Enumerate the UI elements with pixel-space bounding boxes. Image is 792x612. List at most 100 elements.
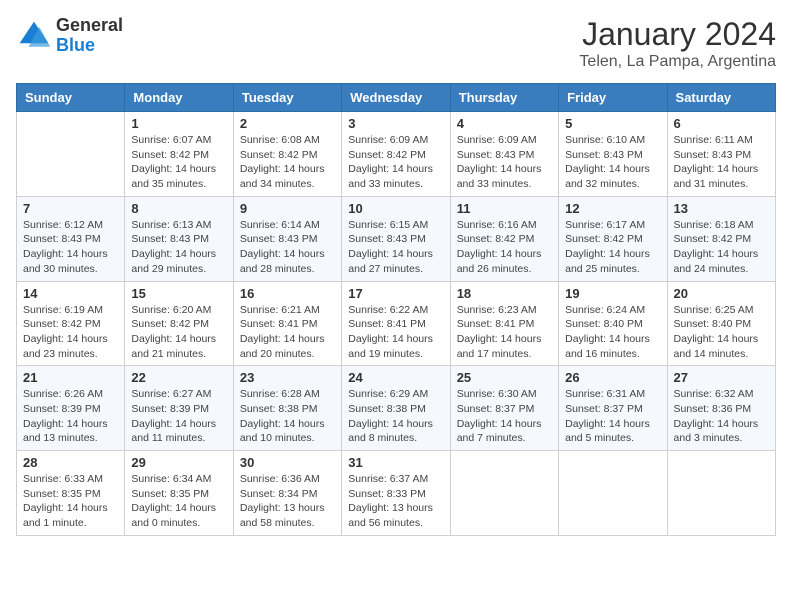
calendar-subtitle: Telen, La Pampa, Argentina <box>579 53 776 71</box>
header-saturday: Saturday <box>667 84 775 112</box>
calendar-table: SundayMondayTuesdayWednesdayThursdayFrid… <box>16 83 776 536</box>
day-number: 10 <box>348 201 443 216</box>
day-number: 9 <box>240 201 335 216</box>
week-row-1: 7 Sunrise: 6:12 AM Sunset: 8:43 PM Daylig… <box>17 196 776 281</box>
calendar-cell: 18 Sunrise: 6:23 AM Sunset: 8:41 PM Dayli… <box>450 281 558 366</box>
day-info: Sunrise: 6:09 AM Sunset: 8:43 PM Dayligh… <box>457 133 552 192</box>
day-number: 26 <box>565 370 660 385</box>
calendar-cell: 30 Sunrise: 6:36 AM Sunset: 8:34 PM Dayli… <box>233 451 341 536</box>
calendar-cell: 7 Sunrise: 6:12 AM Sunset: 8:43 PM Daylig… <box>17 196 125 281</box>
day-info: Sunrise: 6:13 AM Sunset: 8:43 PM Dayligh… <box>131 218 226 277</box>
day-info: Sunrise: 6:11 AM Sunset: 8:43 PM Dayligh… <box>674 133 769 192</box>
day-number: 15 <box>131 286 226 301</box>
calendar-cell: 28 Sunrise: 6:33 AM Sunset: 8:35 PM Dayli… <box>17 451 125 536</box>
day-number: 17 <box>348 286 443 301</box>
day-info: Sunrise: 6:26 AM Sunset: 8:39 PM Dayligh… <box>23 387 118 446</box>
day-number: 4 <box>457 116 552 131</box>
calendar-title: January 2024 <box>579 16 776 53</box>
calendar-cell: 29Sunrise: 6:34 AM Sunset: 8:35 PM Dayli… <box>125 451 233 536</box>
day-number: 31 <box>348 455 443 470</box>
header-wednesday: Wednesday <box>342 84 450 112</box>
day-info: Sunrise: 6:20 AM Sunset: 8:42 PM Dayligh… <box>131 303 226 362</box>
day-number: 24 <box>348 370 443 385</box>
calendar-cell <box>559 451 667 536</box>
calendar-cell: 1Sunrise: 6:07 AM Sunset: 8:42 PM Daylig… <box>125 112 233 197</box>
day-info: Sunrise: 6:23 AM Sunset: 8:41 PM Dayligh… <box>457 303 552 362</box>
calendar-cell: 19Sunrise: 6:24 AM Sunset: 8:40 PM Dayli… <box>559 281 667 366</box>
logo-text: General Blue <box>56 16 123 56</box>
calendar-cell: 6 Sunrise: 6:11 AM Sunset: 8:43 PM Daylig… <box>667 112 775 197</box>
calendar-cell: 16Sunrise: 6:21 AM Sunset: 8:41 PM Dayli… <box>233 281 341 366</box>
calendar-cell: 23 Sunrise: 6:28 AM Sunset: 8:38 PM Dayli… <box>233 366 341 451</box>
day-info: Sunrise: 6:32 AM Sunset: 8:36 PM Dayligh… <box>674 387 769 446</box>
day-info: Sunrise: 6:08 AM Sunset: 8:42 PM Dayligh… <box>240 133 335 192</box>
calendar-cell: 8Sunrise: 6:13 AM Sunset: 8:43 PM Daylig… <box>125 196 233 281</box>
logo-blue: Blue <box>56 36 123 56</box>
calendar-cell: 25Sunrise: 6:30 AM Sunset: 8:37 PM Dayli… <box>450 366 558 451</box>
day-info: Sunrise: 6:16 AM Sunset: 8:42 PM Dayligh… <box>457 218 552 277</box>
day-info: Sunrise: 6:37 AM Sunset: 8:33 PM Dayligh… <box>348 472 443 531</box>
calendar-cell: 21Sunrise: 6:26 AM Sunset: 8:39 PM Dayli… <box>17 366 125 451</box>
day-info: Sunrise: 6:14 AM Sunset: 8:43 PM Dayligh… <box>240 218 335 277</box>
week-row-4: 28 Sunrise: 6:33 AM Sunset: 8:35 PM Dayli… <box>17 451 776 536</box>
calendar-cell: 15 Sunrise: 6:20 AM Sunset: 8:42 PM Dayli… <box>125 281 233 366</box>
day-info: Sunrise: 6:12 AM Sunset: 8:43 PM Dayligh… <box>23 218 118 277</box>
calendar-cell: 4 Sunrise: 6:09 AM Sunset: 8:43 PM Daylig… <box>450 112 558 197</box>
calendar-cell: 31 Sunrise: 6:37 AM Sunset: 8:33 PM Dayli… <box>342 451 450 536</box>
day-info: Sunrise: 6:15 AM Sunset: 8:43 PM Dayligh… <box>348 218 443 277</box>
page-header: General Blue January 2024 Telen, La Pamp… <box>16 16 776 71</box>
calendar-cell: 9 Sunrise: 6:14 AM Sunset: 8:43 PM Daylig… <box>233 196 341 281</box>
day-info: Sunrise: 6:25 AM Sunset: 8:40 PM Dayligh… <box>674 303 769 362</box>
day-info: Sunrise: 6:17 AM Sunset: 8:42 PM Dayligh… <box>565 218 660 277</box>
day-number: 20 <box>674 286 769 301</box>
day-info: Sunrise: 6:29 AM Sunset: 8:38 PM Dayligh… <box>348 387 443 446</box>
calendar-cell: 27 Sunrise: 6:32 AM Sunset: 8:36 PM Dayli… <box>667 366 775 451</box>
day-info: Sunrise: 6:28 AM Sunset: 8:38 PM Dayligh… <box>240 387 335 446</box>
day-number: 27 <box>674 370 769 385</box>
day-info: Sunrise: 6:33 AM Sunset: 8:35 PM Dayligh… <box>23 472 118 531</box>
calendar-cell: 2Sunrise: 6:08 AM Sunset: 8:42 PM Daylig… <box>233 112 341 197</box>
calendar-cell <box>17 112 125 197</box>
header-thursday: Thursday <box>450 84 558 112</box>
day-number: 22 <box>131 370 226 385</box>
calendar-cell: 5 Sunrise: 6:10 AM Sunset: 8:43 PM Daylig… <box>559 112 667 197</box>
header-sunday: Sunday <box>17 84 125 112</box>
week-row-2: 14Sunrise: 6:19 AM Sunset: 8:42 PM Dayli… <box>17 281 776 366</box>
calendar-cell <box>450 451 558 536</box>
calendar-header-row: SundayMondayTuesdayWednesdayThursdayFrid… <box>17 84 776 112</box>
day-info: Sunrise: 6:18 AM Sunset: 8:42 PM Dayligh… <box>674 218 769 277</box>
day-number: 7 <box>23 201 118 216</box>
logo: General Blue <box>16 16 123 56</box>
header-friday: Friday <box>559 84 667 112</box>
calendar-cell: 22 Sunrise: 6:27 AM Sunset: 8:39 PM Dayli… <box>125 366 233 451</box>
title-block: January 2024 Telen, La Pampa, Argentina <box>579 16 776 71</box>
calendar-cell: 24 Sunrise: 6:29 AM Sunset: 8:38 PM Dayli… <box>342 366 450 451</box>
day-number: 6 <box>674 116 769 131</box>
header-monday: Monday <box>125 84 233 112</box>
day-info: Sunrise: 6:31 AM Sunset: 8:37 PM Dayligh… <box>565 387 660 446</box>
day-number: 12 <box>565 201 660 216</box>
day-info: Sunrise: 6:27 AM Sunset: 8:39 PM Dayligh… <box>131 387 226 446</box>
calendar-cell: 12 Sunrise: 6:17 AM Sunset: 8:42 PM Dayli… <box>559 196 667 281</box>
day-number: 18 <box>457 286 552 301</box>
day-info: Sunrise: 6:36 AM Sunset: 8:34 PM Dayligh… <box>240 472 335 531</box>
day-info: Sunrise: 6:30 AM Sunset: 8:37 PM Dayligh… <box>457 387 552 446</box>
day-info: Sunrise: 6:19 AM Sunset: 8:42 PM Dayligh… <box>23 303 118 362</box>
day-info: Sunrise: 6:22 AM Sunset: 8:41 PM Dayligh… <box>348 303 443 362</box>
day-number: 28 <box>23 455 118 470</box>
calendar-cell: 20 Sunrise: 6:25 AM Sunset: 8:40 PM Dayli… <box>667 281 775 366</box>
day-number: 13 <box>674 201 769 216</box>
logo-icon <box>16 18 52 54</box>
day-number: 23 <box>240 370 335 385</box>
week-row-0: 1Sunrise: 6:07 AM Sunset: 8:42 PM Daylig… <box>17 112 776 197</box>
day-number: 30 <box>240 455 335 470</box>
calendar-cell: 14Sunrise: 6:19 AM Sunset: 8:42 PM Dayli… <box>17 281 125 366</box>
logo-general: General <box>56 16 123 36</box>
day-number: 11 <box>457 201 552 216</box>
header-tuesday: Tuesday <box>233 84 341 112</box>
day-number: 29 <box>131 455 226 470</box>
day-number: 5 <box>565 116 660 131</box>
day-number: 3 <box>348 116 443 131</box>
day-info: Sunrise: 6:10 AM Sunset: 8:43 PM Dayligh… <box>565 133 660 192</box>
calendar-cell: 3Sunrise: 6:09 AM Sunset: 8:42 PM Daylig… <box>342 112 450 197</box>
